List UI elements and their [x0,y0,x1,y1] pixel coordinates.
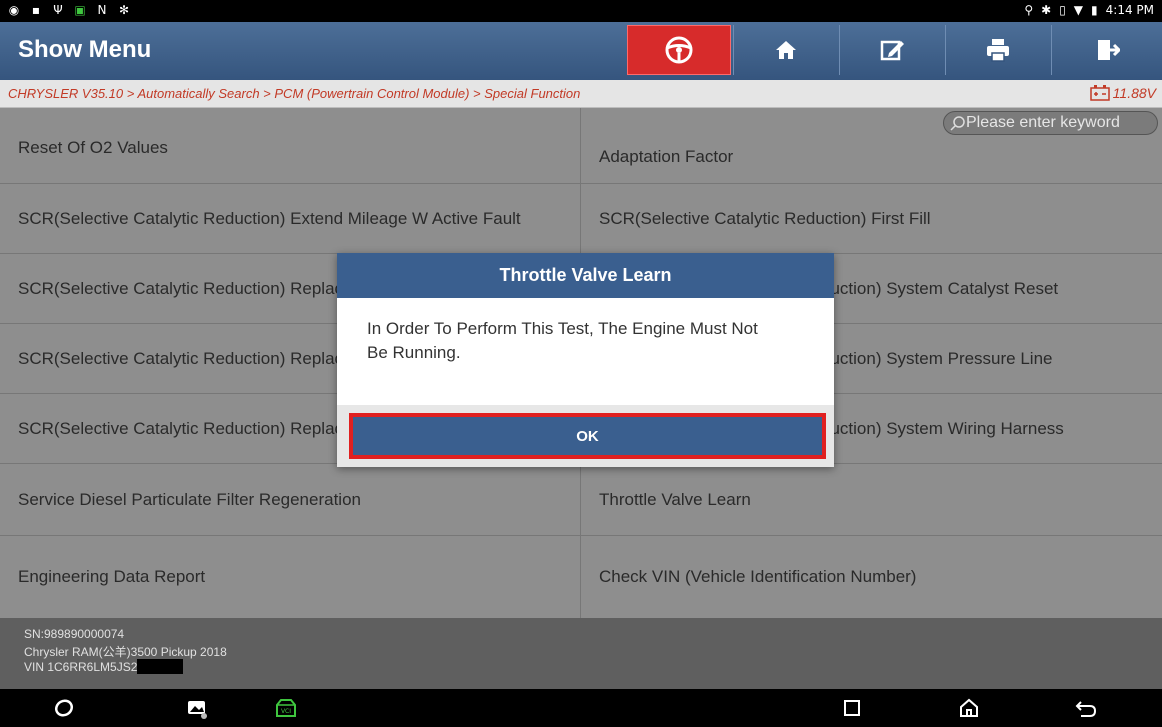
home-nav-button[interactable] [955,695,983,721]
table-row: Service Diesel Particulate Filter Regene… [0,464,1162,536]
list-item[interactable]: SCR(Selective Catalytic Reduction) Exten… [0,184,581,253]
exit-button[interactable] [1051,25,1162,75]
bluetooth-notification-icon: ✻ [118,3,130,17]
wifi-icon: ▼ [1073,3,1084,17]
ok-button[interactable]: OK [349,413,826,459]
usb-icon: Ψ [53,3,63,17]
browser-button[interactable] [50,695,78,721]
browser-icon [54,699,74,717]
table-row: Engineering Data Report Check VIN (Vehic… [0,536,1162,618]
page-title: Show Menu [18,36,152,63]
home-icon [775,41,796,59]
gallery-button[interactable] [183,695,211,721]
dialog-message: In Order To Perform This Test, The Engin… [367,319,758,362]
table-row: SCR(Selective Catalytic Reduction) Exten… [0,184,1162,254]
list-item[interactable]: Check VIN (Vehicle Identification Number… [581,536,1162,618]
vin-number: VIN 1C6RR6LM5JS2 [24,659,184,674]
list-item[interactable]: Engineering Data Report [0,536,581,618]
spreadsheet-icon: ▣ [74,3,86,17]
search-placeholder: Please enter keyword [966,114,1120,131]
home-nav-icon [960,698,978,717]
app-header: Show Menu [0,22,1162,80]
list-item[interactable]: Service Diesel Particulate Filter Regene… [0,464,581,535]
print-icon [986,39,1009,62]
edit-icon [880,40,904,61]
list-item[interactable]: Reset Of O2 Values [0,108,581,183]
vibrate-icon: ▯ [1059,3,1066,17]
recents-button[interactable] [838,695,866,721]
vci-button[interactable]: VCI [272,695,300,721]
vin-redaction [137,659,184,674]
back-icon [1075,701,1097,717]
breadcrumb: CHRYSLER V35.10 > Automatically Search >… [0,80,1162,108]
app-notification-icon: ◉ [8,3,20,17]
status-bar: ◉ ▪ Ψ ▣ N ✻ ⚲ ✱ ▯ ▼ ▮ 4:14 PM [0,0,1162,22]
battery-voltage-icon [1089,85,1110,101]
battery-voltage: 11.88V [1089,85,1156,101]
print-button[interactable] [945,25,1049,75]
notification-icons: ◉ ▪ Ψ ▣ N ✻ [6,2,132,18]
location-icon: ⚲ [1024,3,1034,17]
search-input[interactable]: Please enter keyword [943,111,1158,135]
steering-wheel-button[interactable] [627,25,731,75]
steering-wheel-icon [665,36,693,64]
breadcrumb-path: CHRYSLER V35.10 > Automatically Search >… [8,86,581,101]
voltage-value: 11.88V [1112,85,1156,101]
vci-icon: VCI [276,699,296,717]
edit-button[interactable] [839,25,943,75]
exit-icon [1098,40,1120,60]
gallery-icon [188,701,207,719]
list-item[interactable]: Throttle Valve Learn [581,464,1162,535]
navigation-bar: VCI [0,689,1162,727]
clock: 4:14 PM [1105,3,1154,17]
dialog-title: Throttle Valve Learn [337,253,834,298]
home-button[interactable] [733,25,837,75]
list-item[interactable]: SCR(Selective Catalytic Reduction) First… [581,184,1162,253]
alert-dialog: Throttle Valve Learn In Order To Perform… [337,253,834,467]
image-notification-icon: ▪ [31,3,41,17]
search-icon [950,116,965,131]
battery-icon: ▮ [1091,3,1098,17]
vehicle-name: Chrysler RAM(公羊)3500 Pickup 2018 [24,645,227,659]
back-button[interactable] [1072,695,1100,721]
dialog-footer: OK [337,405,834,467]
vehicle-info-footer: SN:989890000074 Chrysler RAM(公羊)3500 Pic… [0,618,1162,689]
recents-icon [844,700,860,716]
n-icon: N [97,3,107,17]
status-icons: ⚲ ✱ ▯ ▼ ▮ 4:14 PM [1024,3,1154,17]
bluetooth-icon: ✱ [1041,3,1052,17]
svg-text:VCI: VCI [281,708,291,715]
serial-number: SN:989890000074 [24,627,125,641]
